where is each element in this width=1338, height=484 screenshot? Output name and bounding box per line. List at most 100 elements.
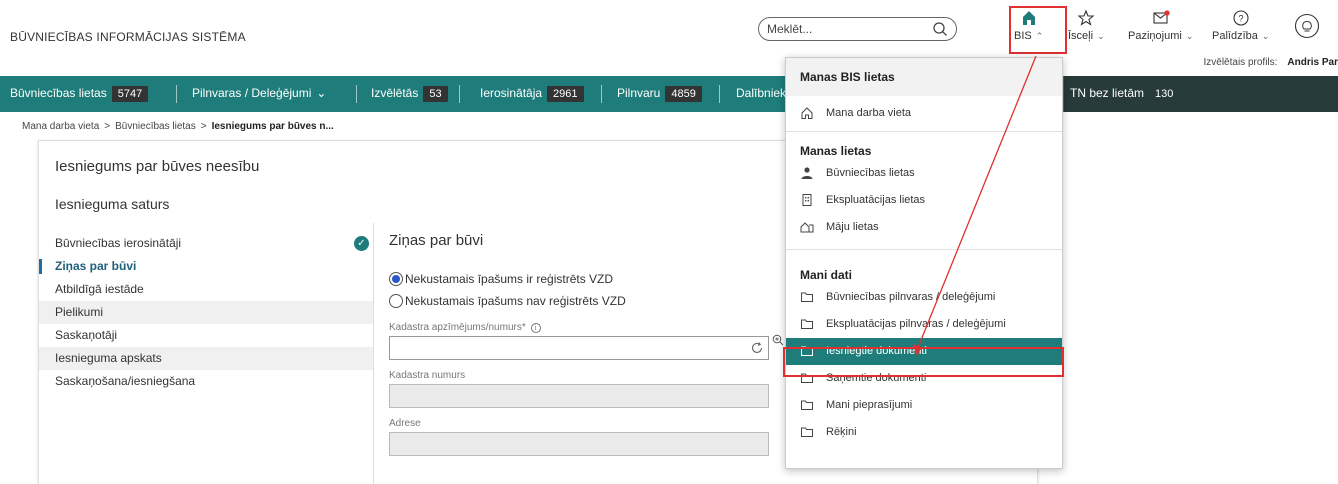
- nav-item-izveletas[interactable]: Izvēlētās 53: [371, 86, 448, 102]
- radio-registered[interactable]: Nekustamais īpašums ir reģistrēts VZD: [389, 268, 789, 290]
- menu-item-buvniecibas-pilnvaras[interactable]: Būvniecības pilnvaras / deleģējumi: [786, 284, 1062, 311]
- houses-icon: [800, 222, 814, 233]
- help-label: Palīdzība: [1212, 30, 1258, 42]
- menu-divider: [786, 249, 1062, 250]
- nav-label: Dalībniek: [736, 86, 787, 100]
- count-badge: 130: [1149, 86, 1180, 102]
- checkmark-icon: ✓: [354, 236, 369, 251]
- menu-item-buvniecibas-lietas[interactable]: Būvniecības lietas: [786, 160, 1062, 187]
- radio-label: Nekustamais īpašums ir reģistrēts VZD: [405, 272, 614, 286]
- header-help-menu[interactable]: ? Palīdzība ⌄: [1212, 8, 1269, 42]
- step-item[interactable]: Būvniecības ierosinātāji ✓: [39, 232, 373, 255]
- nav-label: Izvēlētās: [371, 86, 419, 100]
- step-item[interactable]: Atbildīgā iestāde: [39, 278, 373, 301]
- person-icon: [801, 167, 813, 179]
- nav-divider: [176, 85, 177, 103]
- zoom-in-icon[interactable]: [772, 334, 784, 346]
- menu-item-ekspluatacijas-pilnvaras[interactable]: Ekspluatācijas pilnvaras / deleģējumi: [786, 311, 1062, 338]
- notifications-label: Paziņojumi: [1128, 30, 1182, 42]
- nav-label: Ierosinātāja: [480, 86, 543, 100]
- nav-item-ierosinataja[interactable]: Ierosinātāja 2961: [480, 86, 584, 102]
- count-badge: 53: [423, 86, 448, 102]
- search-box[interactable]: [758, 17, 957, 41]
- step-item[interactable]: Iesnieguma apskats: [39, 347, 373, 370]
- nav-item-pilnvaras[interactable]: Pilnvaras / Deleģējumi ⌄: [192, 86, 326, 100]
- menu-item-label: Māju lietas: [826, 221, 879, 233]
- menu-item-label: Būvniecības lietas: [826, 167, 915, 179]
- chevron-down-icon: ⌄: [1185, 31, 1194, 41]
- menu-item-ekspluatacijas-lietas[interactable]: Ekspluatācijas lietas: [786, 187, 1062, 214]
- header-shortcuts-menu[interactable]: Īsceļi ⌄: [1068, 8, 1105, 42]
- chevron-down-icon: ⌄: [1097, 31, 1105, 41]
- app-header: BŪVNIECĪBAS INFORMĀCIJAS SISTĒMA BIS⌃ Īs…: [0, 0, 1338, 68]
- menu-item-mana-darba-vieta[interactable]: Mana darba vieta: [786, 100, 1062, 127]
- nav-divider: [601, 85, 602, 103]
- chevron-right-icon: >: [200, 121, 207, 132]
- menu-item-label: Rēķini: [826, 426, 857, 438]
- search-icon[interactable]: [932, 21, 948, 37]
- kadastrs-input[interactable]: [389, 334, 784, 360]
- nav-item-buvniecibas-lietas[interactable]: Būvniecības lietas 5747: [10, 86, 149, 102]
- form-title: Ziņas par būvi: [389, 232, 484, 249]
- help-icon: ?: [1233, 10, 1249, 26]
- chevron-down-icon: ⌄: [316, 86, 327, 100]
- breadcrumb-link[interactable]: Mana darba vieta: [22, 121, 99, 132]
- menu-item-label: Ekspluatācijas pilnvaras / deleģējumi: [826, 318, 1006, 330]
- nav-divider: [459, 85, 460, 103]
- annotation-highlight-menu-item: [783, 347, 1064, 377]
- divider: [373, 223, 374, 484]
- radio-label: Nekustamais īpašums nav reģistrēts VZD: [405, 294, 626, 308]
- dropdown-title: Manas BIS lietas: [786, 58, 1062, 96]
- step-label: Iesnieguma apskats: [55, 351, 162, 365]
- nav-item-tn-bez-lietam[interactable]: TN bez lietām 130: [1070, 86, 1180, 102]
- folder-icon: [801, 292, 813, 302]
- refresh-icon[interactable]: [750, 341, 764, 355]
- breadcrumb-current: Iesniegums par būves n...: [211, 121, 334, 132]
- menu-item-label: Mani pieprasījumi: [826, 399, 913, 411]
- menu-item-label: Mana darba vieta: [826, 107, 911, 119]
- breadcrumb-link[interactable]: Būvniecības lietas: [115, 121, 196, 132]
- count-badge: 5747: [111, 86, 149, 102]
- step-label: Saskaņošana/iesniegšana: [55, 374, 196, 388]
- step-label: Atbildīgā iestāde: [55, 282, 144, 296]
- info-icon[interactable]: i: [530, 323, 541, 333]
- kadastra-numurs-field: [389, 384, 769, 408]
- folder-icon: [801, 400, 813, 410]
- nav-item-dalibnieki[interactable]: Dalībniek: [736, 86, 786, 100]
- step-item[interactable]: Saskaņotāji: [39, 324, 373, 347]
- nav-label: Pilnvaru: [617, 86, 661, 100]
- profile-label: Izvēlētais profils:: [1203, 57, 1278, 68]
- radio-selected[interactable]: [389, 272, 403, 286]
- nav-item-pilnvaru[interactable]: Pilnvaru 4859: [617, 86, 702, 102]
- nav-divider: [356, 85, 357, 103]
- step-item[interactable]: Pielikumi: [39, 301, 373, 324]
- count-badge: 4859: [665, 86, 702, 102]
- bis-dropdown-menu: Manas BIS lietas Mana darba vieta Manas …: [785, 57, 1063, 469]
- radio-not-registered[interactable]: Nekustamais īpašums nav reģistrēts VZD: [389, 290, 789, 312]
- building-form: Ziņas par būvi Nekustamais īpašums ir re…: [389, 232, 789, 456]
- nav-label: TN bez lietām: [1070, 86, 1145, 100]
- step-item-active[interactable]: Ziņas par būvi: [39, 255, 373, 278]
- menu-divider: [786, 131, 1062, 132]
- menu-item-label: Ekspluatācijas lietas: [826, 194, 926, 206]
- header-notifications-menu[interactable]: Paziņojumi ⌄: [1128, 8, 1193, 42]
- menu-section-title: Mani dati: [800, 268, 853, 282]
- shortcuts-label: Īsceļi: [1068, 30, 1094, 42]
- radio-unselected[interactable]: [389, 294, 403, 308]
- search-input[interactable]: [767, 21, 927, 37]
- annotation-highlight-bis: [1009, 6, 1067, 54]
- app-brand: BŪVNIECĪBAS INFORMĀCIJAS SISTĒMA: [10, 30, 246, 44]
- step-label: Pielikumi: [55, 305, 104, 319]
- home-outline-icon: [801, 107, 813, 119]
- idea-icon[interactable]: [1294, 13, 1320, 39]
- breadcrumb: Mana darba vieta > Būvniecības lietas > Iesn…: [22, 121, 334, 132]
- menu-item-rekini[interactable]: Rēķini: [786, 419, 1062, 446]
- menu-item-maju-lietas[interactable]: Māju lietas: [786, 214, 1062, 241]
- menu-item-mani-pieprasijumi[interactable]: Mani pieprasījumi: [786, 392, 1062, 419]
- folder-icon: [801, 319, 813, 329]
- step-label: Saskaņotāji: [55, 328, 118, 342]
- step-label: Ziņas par būvi: [55, 259, 137, 273]
- step-item[interactable]: Saskaņošana/iesniegšana: [39, 370, 373, 393]
- nav-label: Pilnvaras / Deleģējumi: [192, 86, 312, 100]
- profile-name[interactable]: Andris Par: [1287, 57, 1338, 68]
